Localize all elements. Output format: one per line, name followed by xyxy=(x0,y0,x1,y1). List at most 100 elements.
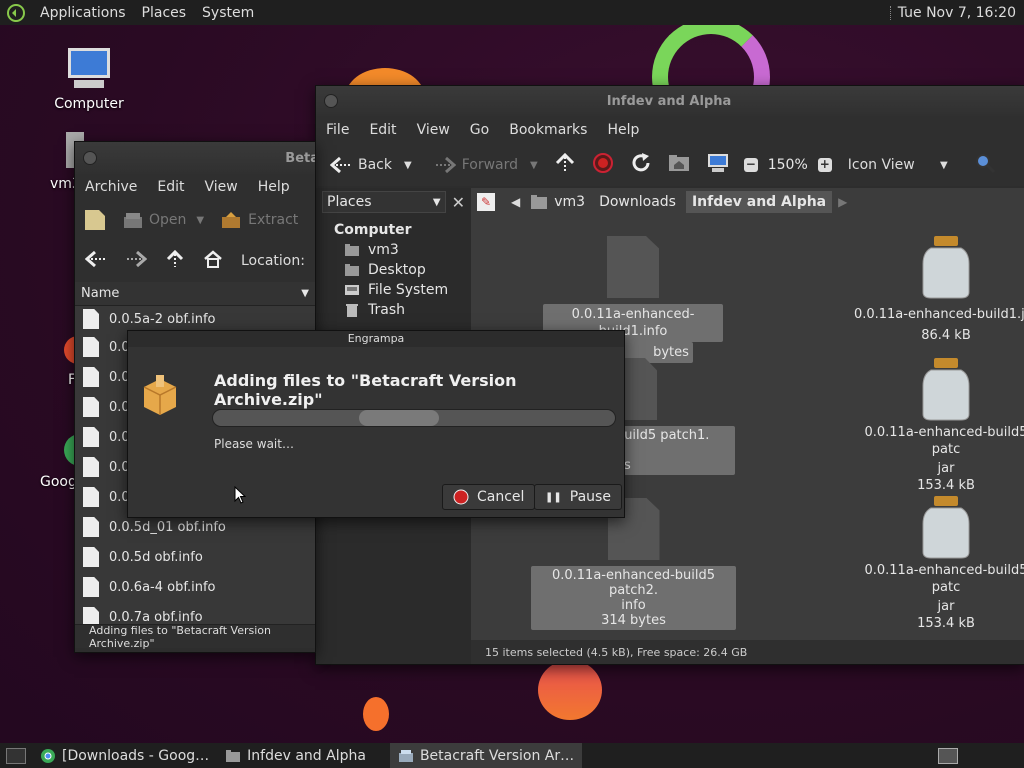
list-item-label: 0.0.7a obf.info xyxy=(109,609,203,625)
location-label: Location: xyxy=(241,253,305,269)
drive-icon xyxy=(345,285,359,295)
back-dropdown-icon[interactable]: ▼ xyxy=(404,160,412,171)
file-item[interactable]: 0.0.11a-enhanced-build5 patc jar 153.4 k… xyxy=(846,494,1024,632)
menu-view[interactable]: View xyxy=(407,122,460,138)
window-title: Infdev and Alpha xyxy=(606,93,732,109)
archive-titlebar[interactable]: Beta xyxy=(75,142,315,174)
up-arrow-icon[interactable] xyxy=(554,152,576,178)
window-menu-icon[interactable] xyxy=(83,151,97,165)
home-icon[interactable] xyxy=(203,249,223,273)
path-right-arrow-icon[interactable]: ▶ xyxy=(838,195,847,209)
pause-button[interactable]: ❚❚ Pause xyxy=(534,484,622,510)
list-item[interactable]: 0.0.5a-2 obf.info xyxy=(75,306,315,332)
list-item[interactable]: 0.0.7a obf.info xyxy=(75,602,315,624)
extract-button[interactable]: Extract xyxy=(214,211,304,229)
file-manager-titlebar[interactable]: Infdev and Alpha xyxy=(316,86,1024,116)
show-desktop-icon[interactable] xyxy=(6,747,26,764)
path-bar: ✎ ◀ vm3 Downloads Infdev and Alpha ▶ xyxy=(471,188,1024,216)
sidebar-item-trash[interactable]: Trash xyxy=(316,298,471,318)
stop-icon xyxy=(453,489,469,505)
back-button[interactable]: Back ▼ xyxy=(324,156,418,174)
stop-icon[interactable] xyxy=(592,152,614,178)
computer-icon[interactable] xyxy=(706,152,730,178)
edit-location-icon[interactable]: ✎ xyxy=(477,193,495,211)
places-select[interactable]: Places ▼ xyxy=(322,191,446,213)
menu-bookmarks[interactable]: Bookmarks xyxy=(499,122,597,138)
menu-help[interactable]: Help xyxy=(597,122,649,138)
close-sidebar-icon[interactable]: ✕ xyxy=(452,193,471,212)
file-size: 153.4 kB xyxy=(917,616,975,631)
menu-edit[interactable]: Edit xyxy=(359,122,406,138)
breadcrumb-vm3[interactable]: vm3 xyxy=(526,194,589,210)
list-item[interactable]: 0.0.5d obf.info xyxy=(75,542,315,572)
open-button[interactable]: Open ▼ xyxy=(117,211,210,229)
sidebar-item-label: Desktop xyxy=(368,262,426,278)
search-icon[interactable] xyxy=(974,152,996,178)
forward-dropdown-icon[interactable]: ▼ xyxy=(530,160,538,171)
new-archive-icon[interactable] xyxy=(85,210,105,230)
places-menu[interactable]: Places xyxy=(134,5,195,21)
breadcrumb-current[interactable]: Infdev and Alpha xyxy=(685,191,833,213)
file-size: 314 bytes xyxy=(601,613,666,628)
list-item[interactable]: 0.0.6a-4 obf.info xyxy=(75,572,315,602)
file-item[interactable]: 0.0.11a-enhanced-build5 patc jar 153.4 k… xyxy=(846,356,1024,494)
extract-label: Extract xyxy=(248,212,299,228)
file-manager-toolbar: Back ▼ Forward ▼ − 150% + Icon View ▼ xyxy=(316,144,1024,186)
list-item-label: 0.0.5a-2 obf.info xyxy=(109,311,216,327)
extract-icon xyxy=(222,212,241,228)
sidebar-item-label: File System xyxy=(368,282,449,298)
up-arrow-icon[interactable] xyxy=(165,249,185,273)
jar-file-icon xyxy=(921,494,971,560)
progress-bar xyxy=(212,409,616,427)
archive-toolbar: Open ▼ Extract xyxy=(75,200,315,240)
zoom-in-icon[interactable]: + xyxy=(817,158,832,172)
task-file-manager[interactable]: Infdev and Alpha xyxy=(217,743,374,768)
text-file-icon xyxy=(607,236,659,298)
menu-go[interactable]: Go xyxy=(460,122,499,138)
dialog-heading: Adding files to "Betacraft Version Archi… xyxy=(214,371,517,409)
path-left-arrow-icon[interactable]: ◀ xyxy=(511,195,520,209)
home-folder-icon xyxy=(531,195,548,209)
sidebar-item-vm3[interactable]: vm3 xyxy=(316,238,471,258)
home-folder-icon[interactable] xyxy=(668,153,690,177)
forward-button[interactable]: Forward ▼ xyxy=(428,156,544,174)
jar-file-icon xyxy=(921,356,971,422)
forward-arrow-icon[interactable] xyxy=(125,250,148,272)
applications-menu[interactable]: Applications xyxy=(32,5,134,21)
breadcrumb-downloads[interactable]: Downloads xyxy=(595,194,680,210)
menu-archive[interactable]: Archive xyxy=(75,179,147,195)
menu-view[interactable]: View xyxy=(195,179,248,195)
view-mode-label: Icon View xyxy=(847,157,915,173)
sidebar-item-desktop[interactable]: Desktop xyxy=(316,258,471,278)
window-menu-icon[interactable] xyxy=(324,94,338,108)
clock[interactable]: Tue Nov 7, 16:20 xyxy=(898,5,1024,21)
desktop-icon-chrome[interactable]: Goog xyxy=(34,432,76,490)
mouse-cursor-icon xyxy=(234,486,246,504)
menu-file[interactable]: File xyxy=(316,122,359,138)
forward-arrow-icon xyxy=(435,156,456,174)
progress-bar-pulse xyxy=(359,410,439,426)
cancel-button[interactable]: Cancel xyxy=(442,484,536,510)
task-archive-manager[interactable]: Betacraft Version Ar… xyxy=(389,743,583,768)
column-header-name[interactable]: Name ▼ xyxy=(75,282,315,306)
file-name-2: info xyxy=(621,598,646,613)
reload-icon[interactable] xyxy=(630,152,652,178)
system-menu[interactable]: System xyxy=(194,5,262,21)
mate-logo-icon[interactable] xyxy=(6,3,26,23)
desktop-icon-label: Goog xyxy=(40,474,76,490)
file-item[interactable]: 0.0.11a-enhanced-build1.jar 86.4 kB xyxy=(846,234,1024,346)
menu-edit[interactable]: Edit xyxy=(147,179,194,195)
menu-help[interactable]: Help xyxy=(248,179,300,195)
back-arrow-icon[interactable] xyxy=(84,250,107,272)
task-chrome[interactable]: [Downloads - Goog… xyxy=(32,743,217,768)
file-size: 86.4 kB xyxy=(921,328,971,343)
dialog-titlebar[interactable]: Engrampa xyxy=(128,331,624,347)
sidebar-item-filesystem[interactable]: File System xyxy=(316,278,471,298)
wallpaper-small-blob xyxy=(363,697,389,731)
open-dropdown-icon[interactable]: ▼ xyxy=(196,215,204,226)
workspace-switcher-icon[interactable] xyxy=(938,747,958,764)
desktop-icon-computer[interactable]: Computer xyxy=(44,46,134,112)
view-mode-select[interactable]: Icon View ▼ xyxy=(842,157,954,173)
zoom-level[interactable]: 150% xyxy=(768,157,808,173)
zoom-out-icon[interactable]: − xyxy=(743,158,758,172)
